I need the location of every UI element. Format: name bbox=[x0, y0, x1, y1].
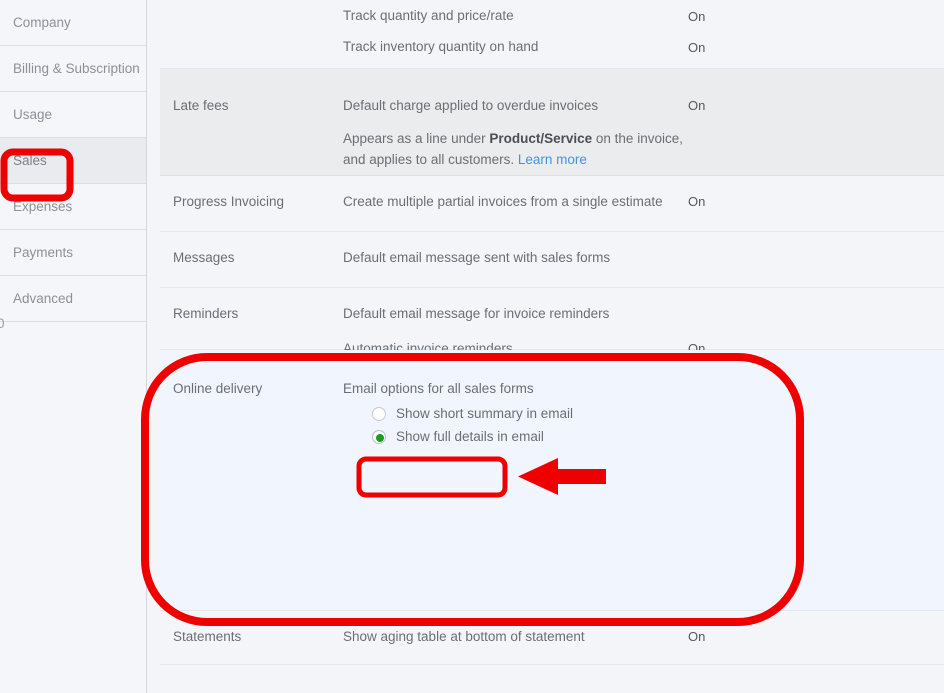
radio-show-full-details[interactable]: Show full details in email bbox=[372, 429, 544, 444]
row-progress-invoicing[interactable]: Progress Invoicing Create multiple parti… bbox=[160, 176, 944, 232]
row-label: Reminders bbox=[173, 306, 239, 321]
settings-sidebar: Company Billing & Subscription Usage Sal… bbox=[0, 0, 147, 693]
row-filler bbox=[160, 665, 944, 693]
learn-more-link[interactable]: Learn more bbox=[518, 152, 587, 167]
note-text: on the invoice, bbox=[592, 131, 683, 146]
row-desc: Show aging table at bottom of statement bbox=[343, 629, 585, 644]
clipped-text-fragment: 0 bbox=[0, 316, 5, 331]
sidebar-item-label: Billing & Subscription bbox=[13, 61, 140, 76]
row-late-fees[interactable]: Late fees Default charge applied to over… bbox=[160, 69, 944, 176]
settings-content: Track quantity and price/rate On Track i… bbox=[160, 0, 944, 693]
sidebar-item-billing-subscription[interactable]: Billing & Subscription bbox=[0, 46, 146, 92]
row-state: On bbox=[688, 40, 706, 55]
row-desc: Default charge applied to overdue invoic… bbox=[343, 98, 599, 113]
row-state: On bbox=[688, 9, 706, 24]
note-emphasis: Product/Service bbox=[489, 131, 593, 146]
sidebar-item-usage[interactable]: Usage bbox=[0, 92, 146, 138]
row-desc: Create multiple partial invoices from a … bbox=[343, 194, 663, 209]
email-options-heading: Email options for all sales forms bbox=[343, 381, 534, 396]
row-label: Progress Invoicing bbox=[173, 194, 285, 209]
sidebar-item-label: Sales bbox=[13, 153, 47, 168]
row-messages[interactable]: Messages Default email message sent with… bbox=[160, 232, 944, 288]
row-label: Messages bbox=[173, 250, 235, 265]
sidebar-item-label: Usage bbox=[13, 107, 53, 122]
row-online-delivery-expanded[interactable]: Online delivery Email options for all sa… bbox=[160, 350, 944, 611]
sidebar-item-payments[interactable]: Payments bbox=[0, 230, 146, 276]
radio-unselected-icon bbox=[372, 406, 386, 421]
radio-label: Show full details in email bbox=[396, 429, 544, 444]
row-desc: Track inventory quantity on hand bbox=[343, 39, 539, 54]
radio-label: Show short summary in email bbox=[396, 406, 574, 421]
row-desc: Track quantity and price/rate bbox=[343, 8, 514, 23]
row-reminders[interactable]: Reminders Default email message for invo… bbox=[160, 288, 944, 356]
row-statements[interactable]: Statements Show aging table at bottom of… bbox=[160, 611, 944, 665]
sidebar-item-company[interactable]: Company bbox=[0, 0, 146, 46]
sidebar-item-label: Payments bbox=[13, 245, 74, 260]
sidebar-item-expenses[interactable]: Expenses bbox=[0, 184, 146, 230]
sidebar-item-sales[interactable]: Sales bbox=[0, 138, 146, 184]
note-text: and applies to all customers. bbox=[343, 152, 518, 167]
row-label: Online delivery bbox=[173, 381, 263, 396]
row-label: Statements bbox=[173, 629, 242, 644]
late-fees-note: Appears as a line under Product/Service … bbox=[343, 128, 683, 170]
row-desc: Default email message for invoice remind… bbox=[343, 306, 610, 321]
note-text: Appears as a line under bbox=[343, 131, 490, 146]
radio-show-short-summary[interactable]: Show short summary in email bbox=[372, 406, 573, 421]
row-state: On bbox=[688, 98, 706, 113]
quickbooks-sales-settings-screen: Company Billing & Subscription Usage Sal… bbox=[0, 0, 944, 693]
radio-selected-icon bbox=[372, 429, 386, 444]
row-label: Late fees bbox=[173, 98, 229, 113]
row-products-services[interactable]: Track quantity and price/rate On Track i… bbox=[160, 0, 944, 69]
sidebar-item-label: Company bbox=[13, 15, 71, 30]
sidebar-item-label: Expenses bbox=[13, 199, 73, 214]
row-state: On bbox=[688, 629, 706, 644]
sidebar-item-label: Advanced bbox=[13, 291, 74, 306]
row-desc: Default email message sent with sales fo… bbox=[343, 250, 611, 265]
sidebar-item-advanced[interactable]: Advanced bbox=[0, 276, 146, 322]
row-state: On bbox=[688, 194, 706, 209]
